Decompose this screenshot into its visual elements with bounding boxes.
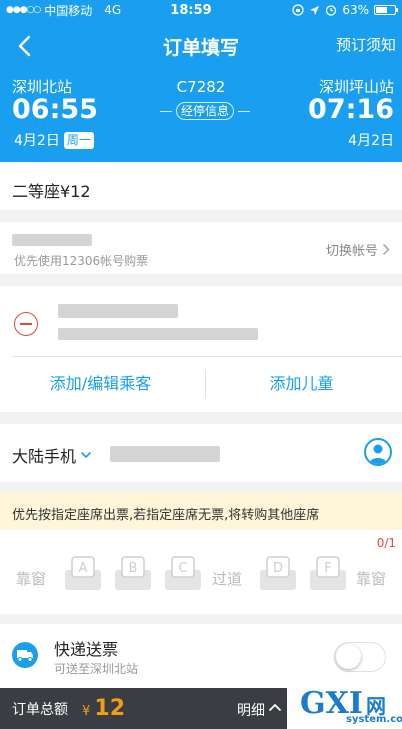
status-bar: ●●●○○ 中国移动 4G 18:59 63% xyxy=(0,0,402,20)
passenger-section: 添加/编辑乘客 添加儿童 xyxy=(0,286,402,412)
phone-region-selector[interactable]: 大陆手机 xyxy=(12,443,92,467)
toggle-knob xyxy=(336,644,361,669)
depart-time: 06:55 xyxy=(12,94,98,125)
seat-preference-tip: 优先按指定座席出票,若指定座席无票,将转购其他座席 xyxy=(0,492,402,530)
seat-letter: D xyxy=(273,561,283,576)
chevron-right-icon xyxy=(382,243,390,256)
chevron-left-icon xyxy=(18,35,31,57)
account-row[interactable]: 优先使用12306帐号购票 切换帐号 xyxy=(0,222,402,274)
nav-header: 订单填写 预订须知 xyxy=(0,20,402,72)
account-hint: 优先使用12306帐号购票 xyxy=(14,254,149,268)
seat-a-icon[interactable]: A xyxy=(64,556,102,592)
seat-letter: F xyxy=(324,561,331,576)
aisle-label: 过道 xyxy=(212,570,243,588)
carrier-name: 中国移动 xyxy=(44,3,93,18)
watermark-logo: GXI 网 system.com xyxy=(300,686,402,729)
express-toggle[interactable] xyxy=(334,642,386,672)
seat-letter: C xyxy=(178,561,187,576)
back-button[interactable] xyxy=(2,24,46,68)
depart-date-group: 4月2日 周一 xyxy=(14,130,94,150)
seat-f-icon[interactable]: F xyxy=(309,556,347,592)
arrive-time: 07:16 xyxy=(308,94,394,125)
battery-percent: 63% xyxy=(342,3,369,17)
arrive-date: 4月2日 xyxy=(348,133,394,149)
seat-type-row[interactable]: 二等座¥12 xyxy=(0,162,402,210)
seat-count: 0/1 xyxy=(376,536,396,550)
add-child-button[interactable]: 添加儿童 xyxy=(201,356,402,412)
seat-b-icon[interactable]: B xyxy=(114,556,152,592)
depart-date: 4月2日 xyxy=(14,133,60,149)
express-delivery-row: 快递送票 可送至深圳北站 xyxy=(0,624,402,688)
total-price: ¥ 12 xyxy=(82,696,125,721)
watermark-domain: system.com xyxy=(346,714,402,725)
rotation-lock-icon xyxy=(292,4,304,16)
detail-button[interactable]: 明细 xyxy=(237,700,265,720)
chevron-up-icon[interactable] xyxy=(268,703,282,712)
phone-number-blurred[interactable] xyxy=(110,446,220,462)
currency-symbol: ¥ xyxy=(82,704,91,719)
remove-passenger-icon[interactable] xyxy=(14,312,38,336)
express-title: 快递送票 xyxy=(54,640,119,659)
booking-notice-link[interactable]: 预订须知 xyxy=(336,34,396,55)
passenger-id-blurred xyxy=(58,328,258,340)
phone-region-label: 大陆手机 xyxy=(12,447,77,466)
status-time: 18:59 xyxy=(170,2,212,18)
seat-letter: B xyxy=(129,561,138,576)
switch-account-label: 切换帐号 xyxy=(325,244,378,259)
chevron-down-icon xyxy=(80,451,92,459)
total-label: 订单总额 xyxy=(12,701,68,718)
order-total-bar: 订单总额 ¥ 12 明细 xyxy=(0,688,287,729)
total-amount: 12 xyxy=(94,696,126,721)
alarm-icon xyxy=(326,5,337,16)
seat-letter: A xyxy=(79,561,88,576)
stop-info-button[interactable]: 经停信息 xyxy=(176,102,234,120)
signal-icon: ●●●○○ xyxy=(6,5,41,15)
window-label-left: 靠窗 xyxy=(16,570,47,588)
battery-icon xyxy=(374,5,398,15)
train-info: 深圳北站 C7282 深圳坪山站 06:55 经停信息 07:16 4月2日 周… xyxy=(0,72,402,162)
passenger-name-blurred xyxy=(58,304,178,318)
window-label-right: 靠窗 xyxy=(356,570,387,588)
seat-row: 靠窗 A B C 过道 D F 靠窗 xyxy=(0,556,402,596)
seat-selection: 0/1 靠窗 A B C 过道 D F 靠窗 xyxy=(0,530,402,614)
switch-account-button[interactable]: 切换帐号 xyxy=(326,240,390,259)
seat-c-icon[interactable]: C xyxy=(164,556,202,592)
seat-d-icon[interactable]: D xyxy=(259,556,297,592)
account-name-blurred xyxy=(12,234,92,246)
depart-weekday-badge: 周一 xyxy=(63,131,94,149)
contact-book-icon[interactable] xyxy=(364,438,392,466)
delivery-truck-icon xyxy=(12,642,38,668)
seat-class: 二等座 xyxy=(12,182,61,201)
seat-price: ¥12 xyxy=(60,182,91,201)
express-subtitle: 可送至深圳北站 xyxy=(54,662,139,676)
stop-info-line: 经停信息 xyxy=(160,102,250,120)
location-icon xyxy=(310,5,320,15)
add-edit-passenger-button[interactable]: 添加/编辑乘客 xyxy=(0,356,201,412)
contact-phone-row: 大陆手机 xyxy=(0,424,402,482)
